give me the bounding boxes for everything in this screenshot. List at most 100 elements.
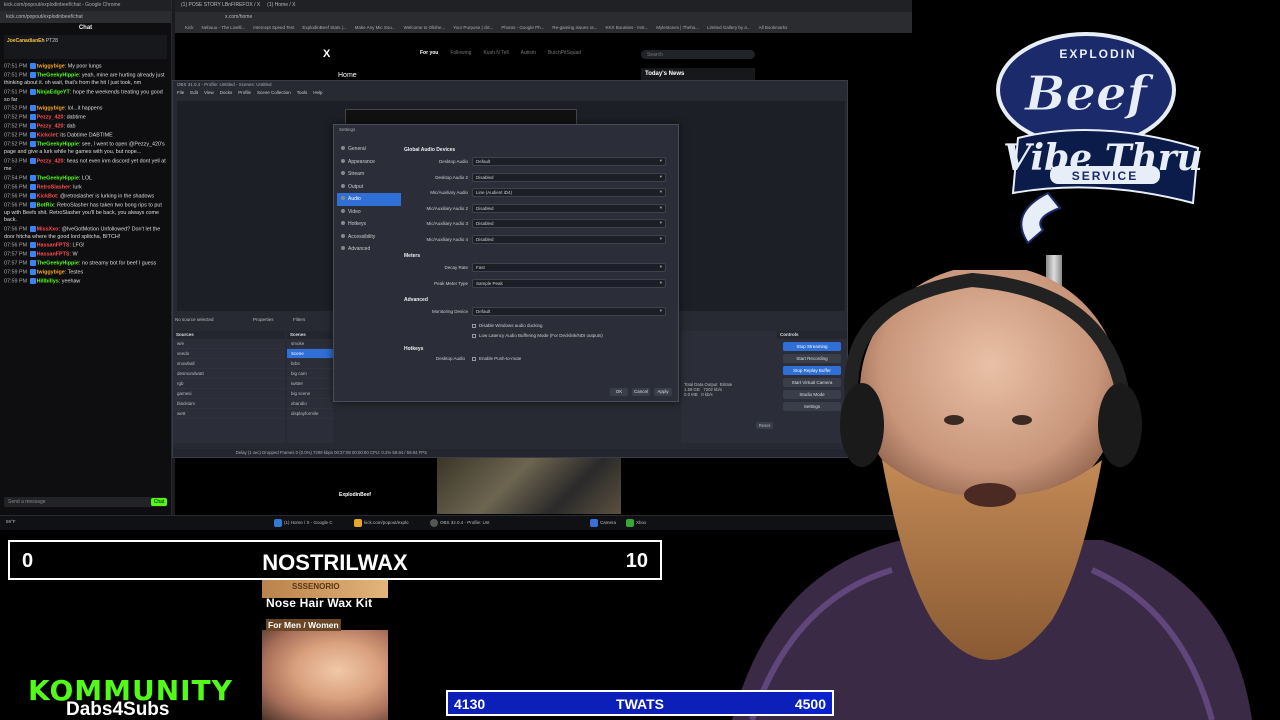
ok-button[interactable]: OK xyxy=(610,388,628,396)
chat-username[interactable]: Hillbillys xyxy=(37,279,59,285)
x-tab-1[interactable]: (1) POSE STORY LBnFIREFOX / X xyxy=(181,2,260,8)
cancel-button[interactable]: Cancel xyxy=(632,388,650,396)
scene-item[interactable]: big scene xyxy=(287,389,333,399)
properties-button[interactable]: Properties xyxy=(253,317,274,322)
x-feed-tab[interactable]: Following xyxy=(450,50,471,56)
low-latency-checkbox[interactable] xyxy=(472,333,476,338)
chat-username[interactable]: Pezzy_420 xyxy=(37,115,64,121)
bookmark-item[interactable]: Re-gaming issues ra... xyxy=(552,25,597,30)
x-home-link[interactable]: Home xyxy=(338,72,357,79)
chat-input[interactable]: Send a message xyxy=(4,497,167,507)
source-item[interactable]: wett xyxy=(173,409,285,419)
obs-menu-item[interactable]: Edit xyxy=(190,90,198,95)
chat-username[interactable]: TheGeekyHippie xyxy=(37,72,79,78)
x-logo-icon[interactable]: X xyxy=(323,48,330,60)
obs-menu-item[interactable]: Profile xyxy=(238,90,251,95)
obs-menu-item[interactable]: Tools xyxy=(297,90,308,95)
audio-device-select[interactable]: Line (Audient iD4) xyxy=(472,188,666,197)
settings-nav-item[interactable]: General xyxy=(337,143,401,156)
feed-video-thumbnail[interactable] xyxy=(437,458,621,514)
windows-start-icon[interactable] xyxy=(274,519,282,527)
bookmark-item[interactable]: All Bookmarks xyxy=(759,25,788,30)
chat-username[interactable]: TheGeekyHippie xyxy=(37,175,79,181)
chat-url-bar[interactable]: kick.com/popout/explodinbeef/chat xyxy=(0,11,171,23)
obs-menu-item[interactable]: View xyxy=(204,90,214,95)
x-url-bar[interactable]: x.com/home xyxy=(175,12,912,23)
chat-username[interactable]: twiggybige xyxy=(37,270,65,276)
source-item[interactable]: gamesi xyxy=(173,389,285,399)
chat-send-button[interactable]: Chat xyxy=(151,498,167,506)
ducking-checkbox-row[interactable]: Disable Windows audio ducking xyxy=(404,322,676,332)
taskbar-item[interactable]: OBS 32.0.4 - Profile: Unt xyxy=(428,519,490,527)
chat-username[interactable]: Kickclet xyxy=(37,133,58,139)
bookmark-item[interactable]: Intercept Speed Test xyxy=(253,25,294,30)
chat-username[interactable]: RetroSlasher xyxy=(37,184,71,190)
audio-device-select[interactable]: Default xyxy=(472,157,666,166)
scene-item[interactable]: Scene xyxy=(287,349,333,359)
scene-item[interactable]: twitter xyxy=(287,379,333,389)
x-feed-tab[interactable]: ButchPitSquad xyxy=(548,50,581,56)
audio-device-select[interactable]: Disabled xyxy=(472,219,666,228)
chat-username[interactable]: MissXxo xyxy=(37,226,59,232)
source-item[interactable]: desmondwatt xyxy=(173,369,285,379)
chat-username[interactable]: NinjaEdgeYT xyxy=(37,89,70,95)
scene-item[interactable]: big cam xyxy=(287,369,333,379)
settings-nav-item[interactable]: Hotkeys xyxy=(337,218,401,231)
taskbar-item[interactable]: Camera xyxy=(588,519,616,527)
scene-item[interactable]: xbandio xyxy=(287,399,333,409)
weather-widget[interactable]: 59°F xyxy=(6,519,16,524)
chat-username[interactable]: TheGeekyHippie xyxy=(37,261,79,267)
chat-username[interactable]: twiggybige xyxy=(37,63,65,69)
bookmark-item[interactable]: Mylestones | Theha... xyxy=(656,25,699,30)
chat-username[interactable]: Pezzy_420 xyxy=(37,158,64,164)
filters-button[interactable]: Filters xyxy=(293,317,305,322)
bookmark-item[interactable]: Your Purpose | ckt... xyxy=(453,25,493,30)
source-item[interactable]: blacktam xyxy=(173,399,285,409)
audio-device-select[interactable]: Disabled xyxy=(472,172,666,182)
source-item[interactable]: w/e xyxy=(173,339,285,349)
meter-setting-select[interactable]: Fast xyxy=(472,263,666,272)
bookmark-item[interactable]: Make Any Mic Sou... xyxy=(355,25,396,30)
source-item[interactable]: veedo xyxy=(173,349,285,359)
bookmark-item[interactable]: Kick xyxy=(185,25,194,30)
audio-device-select[interactable]: Disabled xyxy=(472,234,666,244)
bookmark-item[interactable]: ExplodinBeef Stats |... xyxy=(302,25,346,30)
bookmark-item[interactable]: Welcome to Olishe... xyxy=(404,25,445,30)
scene-item[interactable]: displayformile xyxy=(287,409,333,419)
low-latency-checkbox-row[interactable]: Low Latency Audio Buffering Mode (For De… xyxy=(404,332,676,342)
x-search-input[interactable]: Search xyxy=(641,50,755,59)
settings-nav-item[interactable]: Accessibility xyxy=(337,231,401,244)
obs-menu-item[interactable]: Docks xyxy=(220,90,233,95)
push-to-mute-checkbox[interactable] xyxy=(472,356,476,361)
taskbar-item[interactable]: (1) Home / X - Google C xyxy=(272,519,333,527)
chat-username[interactable]: KickBot xyxy=(37,193,57,199)
apply-button[interactable]: Apply xyxy=(654,388,672,396)
bookmark-item[interactable]: Limited Gallery by a... xyxy=(707,25,751,30)
scene-item[interactable]: smoke xyxy=(287,339,333,349)
x-feed-tab[interactable]: For you xyxy=(420,50,438,56)
taskbar-item[interactable]: Xbox xyxy=(624,519,646,527)
settings-nav-item[interactable]: Stream xyxy=(337,168,401,181)
chat-username[interactable]: twiggybige xyxy=(37,106,65,112)
x-feed-tab[interactable]: Autism xyxy=(521,50,536,56)
chat-username[interactable]: TheGeekyHippie xyxy=(37,142,79,148)
taskbar-item[interactable]: kick.com/popout/explo xyxy=(352,519,409,527)
source-item[interactable]: rgb xyxy=(173,379,285,389)
settings-nav-item[interactable]: Audio xyxy=(337,193,401,206)
obs-menu-item[interactable]: File xyxy=(177,90,184,95)
source-item[interactable]: snowball xyxy=(173,359,285,369)
bookmark-item[interactable]: Nebuuu - The Livelli... xyxy=(202,25,246,30)
chat-username[interactable]: BotRix xyxy=(37,202,54,208)
pinned-user[interactable]: JoeCanadianEh xyxy=(7,38,45,44)
monitoring-device-select[interactable]: Default xyxy=(472,307,666,316)
bookmark-item[interactable]: KKX Bounties - Inst... xyxy=(605,25,648,30)
obs-menu-item[interactable]: Help xyxy=(313,90,322,95)
settings-nav-item[interactable]: Appearance xyxy=(337,156,401,169)
chat-username[interactable]: HassanFPTS xyxy=(37,252,70,258)
obs-menu-item[interactable]: Scene Collection xyxy=(257,90,291,95)
bookmark-item[interactable]: Photos - Google Ph... xyxy=(501,25,544,30)
x-profile-name[interactable]: ExplodinBeef xyxy=(339,492,371,498)
settings-nav-item[interactable]: Video xyxy=(337,206,401,219)
settings-nav-item[interactable]: Output xyxy=(337,181,401,194)
scene-item[interactable]: brbs xyxy=(287,359,333,369)
